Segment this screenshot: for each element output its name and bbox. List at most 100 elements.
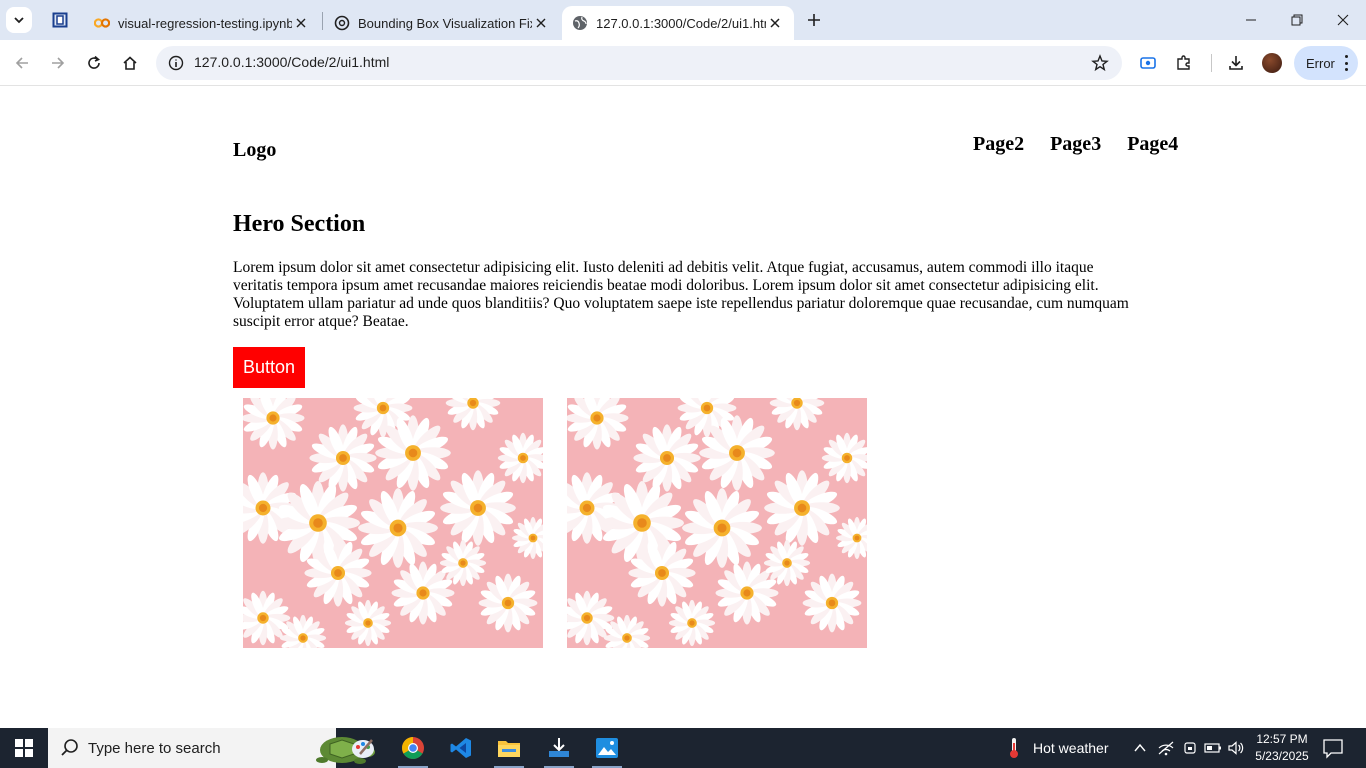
error-label: Error [1306,55,1335,71]
screen-capture-button[interactable] [1134,49,1162,77]
daisy [682,488,762,568]
taskbar-app-downloads[interactable] [536,728,582,768]
extensions-button[interactable] [1170,49,1198,77]
taskbar-search-box[interactable]: Type here to search [48,728,375,768]
minimize-icon [1246,19,1256,21]
daisy [668,599,716,647]
minimize-button[interactable] [1228,0,1274,40]
daisy [633,424,701,492]
daisy [802,573,862,633]
nav-link-page2[interactable]: Page2 [973,133,1024,156]
home-button[interactable] [116,49,144,77]
site-logo[interactable]: Logo [233,139,276,162]
daisy [344,599,392,647]
battery-icon[interactable] [1203,738,1223,758]
reload-icon [88,55,100,69]
paint-icon [352,739,374,758]
tab-title: 127.0.0.1:3000/Code/2/ui1.html [596,15,766,31]
taskbar-app-vscode[interactable] [438,728,484,768]
forward-button[interactable] [44,49,72,77]
chrome-icon [402,737,424,759]
openai-icon [334,15,350,31]
more-menu-icon[interactable] [1344,55,1348,71]
daisy [309,424,377,492]
daisy [478,573,538,633]
daisy [769,398,825,431]
nav-link-page4[interactable]: Page4 [1127,133,1178,156]
tab-active-localhost[interactable]: 127.0.0.1:3000/Code/2/ui1.html [562,6,794,40]
daisy [836,517,867,559]
close-tab-icon[interactable] [766,14,784,32]
tab-visual-regression[interactable]: visual-regression-testing.ipynb [84,6,320,40]
network-device-icon[interactable] [1180,738,1200,758]
screen-capture-icon [1140,57,1156,69]
taskbar-app-photos[interactable] [584,728,630,768]
chevron-down-icon [14,17,24,24]
home-icon [123,56,137,70]
thermometer-icon [1004,738,1024,758]
taskbar-app-chrome[interactable] [390,728,436,768]
reload-button[interactable] [80,49,108,77]
new-tab-button[interactable] [802,8,826,32]
bracket-icon [52,12,68,28]
profile-avatar[interactable] [1262,53,1282,73]
url-text: 127.0.0.1:3000/Code/2/ui1.html [194,54,390,70]
downloads-button[interactable] [1222,49,1250,77]
daisy [764,470,840,546]
address-bar[interactable]: 127.0.0.1:3000/Code/2/ui1.html [156,46,1122,80]
hero-title: Hero Section [233,211,366,237]
puzzle-icon [1177,55,1190,70]
nav-link-page3[interactable]: Page3 [1050,133,1101,156]
tab-search-button[interactable] [6,7,32,33]
tab-separator [322,12,323,30]
restore-button[interactable] [1274,0,1320,40]
start-button[interactable] [0,728,48,768]
arrow-right-icon [52,57,65,69]
daisy [445,398,501,431]
daisy [439,539,487,587]
wifi-icon[interactable] [1156,738,1176,758]
search-placeholder: Type here to search [88,740,221,757]
weather-text[interactable]: Hot weather [1033,728,1108,768]
system-clock[interactable]: 12:57 PM 5/23/2025 [1252,731,1312,765]
daisy [358,488,438,568]
plus-icon [808,14,820,26]
daisy [243,398,305,450]
search-icon [61,739,78,756]
close-icon [1337,14,1349,26]
daisy [567,398,629,450]
volume-icon[interactable] [1226,738,1246,758]
page-viewport: Logo Page2 Page3 Page4 Hero Section Lore… [0,87,1366,728]
arrow-left-icon [15,57,28,69]
daisy [628,539,696,607]
bookmark-star-icon[interactable] [1088,51,1112,75]
clock-date: 5/23/2025 [1255,749,1309,763]
daisy [304,539,372,607]
close-tab-icon[interactable] [292,14,310,32]
photos-icon [596,738,618,758]
download-tray-icon [549,738,569,757]
close-tab-icon[interactable] [532,14,550,32]
taskbar-app-paint[interactable] [340,728,386,768]
tab-bounding-box[interactable]: Bounding Box Visualization Fix [324,6,560,40]
daisy-image-2 [567,398,867,648]
restore-icon [1291,14,1303,26]
folder-icon [498,741,520,757]
chevron-up-icon[interactable] [1130,738,1150,758]
profile-error-button[interactable]: Error [1294,46,1358,80]
daisy [440,470,516,546]
close-window-button[interactable] [1320,0,1366,40]
taskbar-app-file-explorer[interactable] [486,728,532,768]
notification-icon[interactable] [1322,737,1344,759]
daisy [497,432,543,484]
daisy [512,517,543,559]
browser-toolbar: 127.0.0.1:3000/Code/2/ui1.html Error [0,40,1366,86]
site-info-icon[interactable] [164,51,188,75]
download-icon [1229,56,1243,70]
back-button[interactable] [8,49,36,77]
hero-button[interactable]: Button [233,347,305,388]
tab-title: Bounding Box Visualization Fix [358,15,532,31]
pinned-tab[interactable] [44,8,76,32]
windows-taskbar: Type here to search Hot weather 12:57 PM… [0,728,1366,768]
hero-paragraph: Lorem ipsum dolor sit amet consectetur a… [233,259,1129,330]
